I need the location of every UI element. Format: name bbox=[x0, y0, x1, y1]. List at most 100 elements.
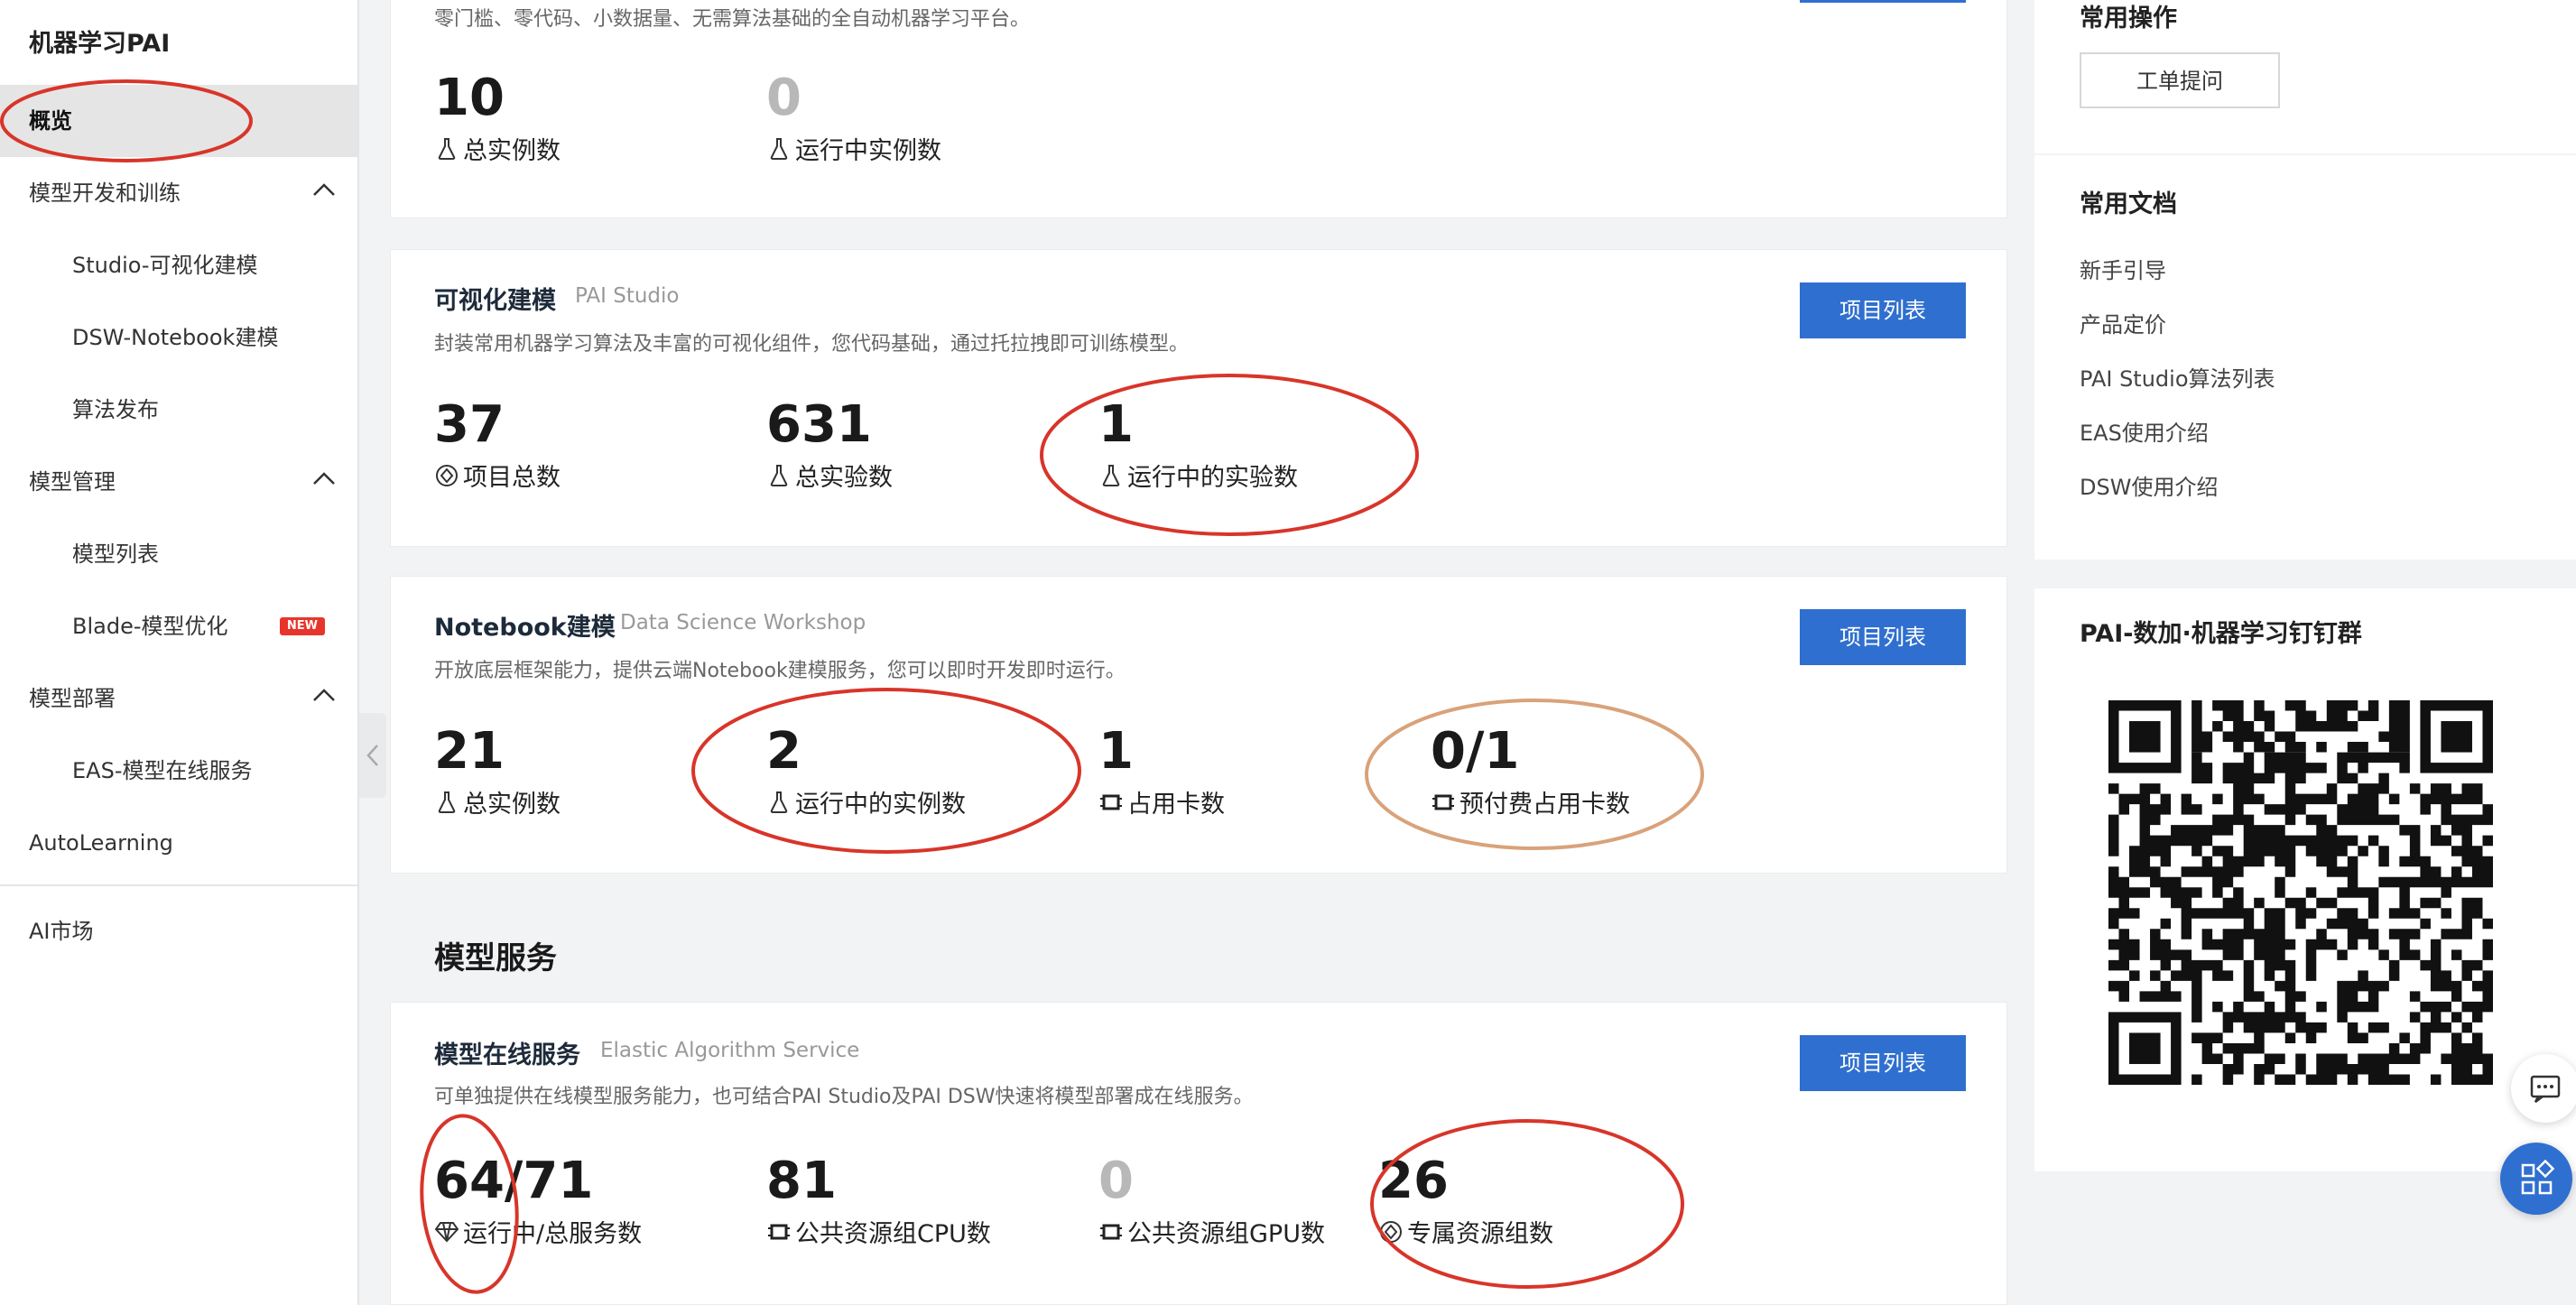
stat-public-gpu: 0 公共资源组GPU数 bbox=[1098, 1154, 1325, 1249]
stat-public-cpu: 81 公共资源组CPU数 bbox=[766, 1154, 991, 1249]
nav-model-dev[interactable]: 模型开发和训练 bbox=[0, 157, 357, 229]
studio-title: 可视化建模 bbox=[434, 287, 556, 315]
sidebar: 机器学习PAI 概览 模型开发和训练 Studio-可视化建模 DSW-Note… bbox=[0, 0, 359, 1305]
section-title-model-service: 模型服务 bbox=[434, 940, 557, 976]
nav-dsw[interactable]: DSW-Notebook建模 bbox=[0, 301, 357, 374]
automl-card: 零门槛、零代码、小数据量、无需算法基础的全自动机器学习平台。 10 总实例数 0… bbox=[390, 0, 2007, 218]
notebook-project-list-button[interactable]: 项目列表 bbox=[1800, 609, 1966, 665]
stat-label: 运行中的实验数 bbox=[1127, 464, 1298, 492]
nav-model-mgmt[interactable]: 模型管理 bbox=[0, 446, 357, 518]
flask-icon bbox=[766, 463, 792, 488]
flask-icon bbox=[434, 790, 459, 815]
eas-card: 模型在线服务 Elastic Algorithm Service 可单独提供在线… bbox=[390, 1002, 2007, 1305]
notebook-desc: 开放底层框架能力，提供云端Notebook建模服务，您可以即时开发即时运行。 bbox=[434, 660, 1126, 682]
nav-blade[interactable]: Blade-模型优化 NEW bbox=[0, 590, 357, 662]
flask-icon bbox=[1098, 463, 1124, 488]
nav-model-list-label: 模型列表 bbox=[72, 541, 159, 567]
stat-prepaid-cards: 0/1 预付费占用卡数 bbox=[1431, 725, 1630, 819]
chevron-left-icon bbox=[366, 745, 378, 766]
ticket-button[interactable]: 工单提问 bbox=[2080, 52, 2280, 108]
doc-link[interactable]: PAI Studio算法列表 bbox=[2080, 361, 2275, 393]
notebook-card: Notebook建模 Data Science Workshop 开放底层框架能… bbox=[390, 576, 2007, 874]
common-docs-panel: 常用文档 新手引导 产品定价 PAI Studio算法列表 EAS使用介绍 DS… bbox=[2034, 155, 2576, 560]
doc-link[interactable]: 产品定价 bbox=[2080, 307, 2166, 338]
nav-blade-label: Blade-模型优化 bbox=[72, 614, 228, 639]
project-icon bbox=[434, 463, 459, 488]
new-badge: NEW bbox=[279, 617, 325, 635]
nav-model-deploy[interactable]: 模型部署 bbox=[0, 662, 357, 735]
flask-icon bbox=[434, 136, 459, 162]
chevron-up-icon bbox=[312, 446, 338, 518]
stat-value: 0 bbox=[766, 69, 802, 127]
nav-model-list[interactable]: 模型列表 bbox=[0, 518, 357, 590]
nav-divider bbox=[0, 884, 357, 886]
apps-button[interactable] bbox=[2500, 1143, 2572, 1215]
stat-label: 项目总数 bbox=[463, 464, 561, 492]
nav-ai-market[interactable]: AI市场 bbox=[0, 895, 357, 967]
nav-model-dev-label: 模型开发和训练 bbox=[29, 180, 181, 206]
stat-value: 0/1 bbox=[1431, 722, 1520, 781]
studio-subtitle: PAI Studio bbox=[575, 284, 680, 308]
dingtalk-group-title: PAI-数加·机器学习钉钉群 bbox=[2080, 620, 2362, 648]
nav-model-deploy-label: 模型部署 bbox=[29, 686, 116, 711]
stat-label: 总实例数 bbox=[463, 137, 561, 165]
stat-value: 0 bbox=[1098, 1152, 1134, 1210]
stat-label: 运行中实例数 bbox=[795, 137, 941, 165]
stat-label: 专属资源组数 bbox=[1407, 1220, 1553, 1248]
eas-title: 模型在线服务 bbox=[434, 1041, 580, 1069]
stat-label: 运行中/总服务数 bbox=[463, 1220, 643, 1248]
stat-running-instances: 2 运行中的实例数 bbox=[766, 725, 966, 819]
nav-overview-label: 概览 bbox=[29, 108, 72, 134]
stat-value: 81 bbox=[766, 1152, 837, 1210]
nav-ai-market-label: AI市场 bbox=[29, 919, 94, 944]
stat-total-projects: 37 项目总数 bbox=[434, 398, 561, 493]
studio-desc: 封装常用机器学习算法及丰富的可视化组件，您代码基础，通过托拉拽即可训练模型。 bbox=[434, 333, 1190, 356]
diamond-icon bbox=[434, 1219, 459, 1245]
stat-running-instances: 0 运行中实例数 bbox=[766, 71, 941, 166]
stat-value: 10 bbox=[434, 69, 505, 127]
nav-studio[interactable]: Studio-可视化建模 bbox=[0, 229, 357, 301]
flask-icon bbox=[766, 790, 792, 815]
studio-card: 可视化建模 PAI Studio 封装常用机器学习算法及丰富的可视化组件，您代码… bbox=[390, 249, 2007, 547]
chat-button[interactable] bbox=[2511, 1054, 2576, 1123]
doc-link[interactable]: 新手引导 bbox=[2080, 253, 2166, 284]
nav-dsw-label: DSW-Notebook建模 bbox=[72, 325, 279, 350]
stat-value: 1 bbox=[1098, 722, 1134, 781]
nav-model-mgmt-label: 模型管理 bbox=[29, 469, 116, 495]
stat-label: 总实例数 bbox=[463, 791, 561, 819]
studio-project-list-button[interactable]: 项目列表 bbox=[1800, 282, 1966, 338]
dingtalk-group-panel: PAI-数加·机器学习钉钉群 bbox=[2034, 588, 2576, 1171]
chip-icon bbox=[1098, 1219, 1124, 1245]
app-title: 机器学习PAI bbox=[29, 30, 171, 58]
chat-icon bbox=[2530, 1075, 2561, 1103]
stat-label: 占用卡数 bbox=[1127, 791, 1225, 819]
nav-algo-publish[interactable]: 算法发布 bbox=[0, 374, 357, 446]
chevron-up-icon bbox=[312, 662, 338, 735]
chip-icon bbox=[766, 1219, 792, 1245]
sidebar-collapse-handle[interactable] bbox=[359, 713, 386, 798]
nav-overview[interactable]: 概览 bbox=[0, 85, 357, 157]
stat-occupied-cards: 1 占用卡数 bbox=[1098, 725, 1225, 819]
eas-project-list-button[interactable]: 项目列表 bbox=[1800, 1035, 1966, 1091]
eas-desc: 可单独提供在线模型服务能力，也可结合PAI Studio及PAI DSW快速将模… bbox=[434, 1086, 1254, 1108]
automl-project-list-button[interactable] bbox=[1800, 0, 1966, 3]
nav-autolearning[interactable]: AutoLearning bbox=[0, 807, 357, 879]
chip-icon bbox=[1098, 790, 1124, 815]
stat-total-instances: 21 总实例数 bbox=[434, 725, 561, 819]
nav-eas-label: EAS-模型在线服务 bbox=[72, 758, 253, 783]
stat-running-total-services: 64/71 运行中/总服务数 bbox=[434, 1154, 642, 1249]
chevron-up-icon bbox=[312, 157, 338, 229]
doc-link[interactable]: DSW使用介绍 bbox=[2080, 469, 2218, 501]
stat-label: 运行中的实例数 bbox=[795, 791, 966, 819]
nav-eas[interactable]: EAS-模型在线服务 bbox=[0, 735, 357, 807]
notebook-subtitle: Data Science Workshop bbox=[620, 611, 866, 634]
nav-algo-publish-label: 算法发布 bbox=[72, 397, 159, 422]
stat-value: 1 bbox=[1098, 395, 1134, 454]
common-ops-title: 常用操作 bbox=[2080, 5, 2177, 32]
stat-value: 64/71 bbox=[434, 1152, 594, 1210]
stat-value: 26 bbox=[1378, 1152, 1449, 1210]
stat-value: 21 bbox=[434, 722, 505, 781]
doc-link[interactable]: EAS使用介绍 bbox=[2080, 415, 2209, 447]
stat-label: 预付费占用卡数 bbox=[1459, 791, 1630, 819]
common-docs-title: 常用文档 bbox=[2080, 190, 2177, 218]
